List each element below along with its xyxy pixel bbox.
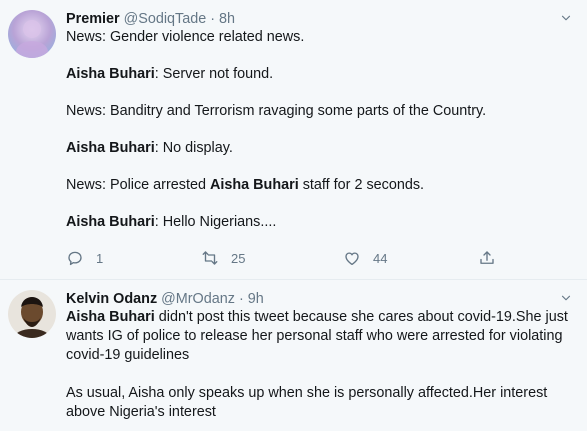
retweet-count: 25	[231, 250, 246, 266]
tweet-paragraph: News: Banditry and Terrorism ravaging so…	[66, 102, 575, 121]
bold-name: Aisha Buhari	[66, 66, 155, 82]
tweet-header: Premier @SodiqTade · 8h	[66, 10, 575, 28]
text-segment: News: Police arrested	[66, 177, 210, 193]
reply-count: 1	[96, 250, 104, 266]
tweet-header: Kelvin Odanz @MrOdanz · 9h	[66, 290, 575, 308]
avatar[interactable]	[8, 290, 56, 338]
avatar[interactable]	[8, 10, 56, 58]
tweet-actions: 1 25 44	[66, 248, 575, 268]
reply-icon	[68, 251, 82, 266]
tweet-paragraph: News: Gender violence related news.	[66, 28, 575, 47]
avatar-column	[8, 10, 66, 279]
tweet-paragraph: News: Police arrested Aisha Buhari staff…	[66, 176, 575, 195]
display-name[interactable]: Kelvin Odanz	[66, 290, 157, 309]
user-handle[interactable]: @MrOdanz	[161, 290, 235, 309]
tweet[interactable]: Kelvin Odanz @MrOdanz · 9h Aisha Buhari …	[0, 279, 587, 431]
text-segment: : Server not found.	[154, 66, 274, 82]
avatar-column	[8, 290, 66, 431]
tweet-paragraph: As usual, Aisha only speaks up when she …	[66, 385, 548, 420]
text-segment: News: Gender violence related news.	[66, 29, 305, 45]
tweet-paragraph: Aisha Buhari: No display.	[66, 139, 575, 158]
share-icon	[480, 251, 494, 264]
bold-name: Aisha Buhari	[66, 214, 155, 230]
bold-name: Aisha Buhari	[66, 309, 155, 325]
tweet-paragraph: Aisha Buhari: Server not found.	[66, 65, 575, 84]
retweet-button[interactable]: 25	[201, 249, 343, 268]
tweet-paragraph: Aisha Buhari didn't post this tweet beca…	[66, 308, 575, 365]
user-handle[interactable]: @SodiqTade	[124, 10, 207, 29]
like-button[interactable]: 44	[343, 249, 478, 268]
bold-name: Aisha Buhari	[209, 177, 299, 193]
like-icon	[345, 252, 359, 266]
tweet-content: Premier @SodiqTade · 8h News: Gender vio…	[66, 10, 575, 279]
like-count: 44	[373, 250, 388, 266]
chevron-down-icon[interactable]	[559, 11, 573, 25]
timestamp[interactable]: 8h	[219, 10, 235, 29]
tweet[interactable]: Premier @SodiqTade · 8h News: Gender vio…	[0, 0, 587, 279]
text-segment: News: Banditry and Terrorism ravaging so…	[66, 103, 487, 119]
tweet-content: Kelvin Odanz @MrOdanz · 9h Aisha Buhari …	[66, 290, 575, 431]
separator-dot: ·	[238, 290, 244, 307]
share-button[interactable]	[478, 249, 496, 267]
tweet-paragraph: Aisha Buhari: Hello Nigerians....	[66, 213, 575, 232]
text-segment: : No display.	[154, 140, 233, 156]
bold-name: Aisha Buhari	[66, 140, 155, 156]
timestamp[interactable]: 9h	[248, 290, 264, 309]
retweet-icon	[202, 251, 218, 265]
display-name[interactable]: Premier	[66, 10, 120, 29]
text-segment: : Hello Nigerians....	[154, 214, 277, 230]
reply-button[interactable]: 1	[66, 249, 201, 268]
text-segment: staff for 2 seconds.	[298, 177, 425, 193]
separator-dot: ·	[210, 10, 216, 27]
chevron-down-icon[interactable]	[559, 291, 573, 305]
tweet-text: Aisha Buhari didn't post this tweet beca…	[66, 308, 575, 422]
tweet-text: News: Gender violence related news. Aish…	[66, 28, 575, 232]
